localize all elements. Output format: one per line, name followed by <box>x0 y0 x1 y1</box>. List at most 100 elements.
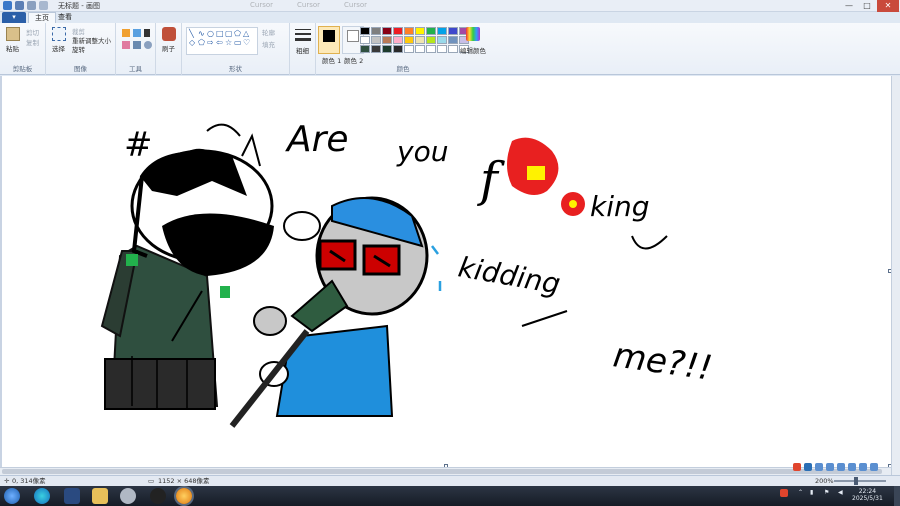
color-swatch[interactable] <box>393 27 403 35</box>
copy-button[interactable]: 复制 <box>26 37 39 47</box>
cut-button[interactable]: 剪切 <box>26 27 39 37</box>
horizontal-scrollbar[interactable] <box>0 467 891 475</box>
heart-shape-icon[interactable]: ♡ <box>243 38 250 47</box>
maximize-button[interactable]: □ <box>858 0 876 12</box>
file-explorer-icon[interactable] <box>92 488 108 504</box>
select-button[interactable]: 选择 <box>52 43 65 53</box>
pencil-icon[interactable] <box>122 29 130 37</box>
undo-icon[interactable] <box>27 1 36 10</box>
magnifier-icon[interactable] <box>144 41 152 49</box>
tray-chevron-icon[interactable]: ⌃ <box>798 489 803 496</box>
color-swatch[interactable] <box>448 36 458 44</box>
redo-icon[interactable] <box>39 1 48 10</box>
vertical-scrollbar[interactable] <box>891 76 900 475</box>
color-swatch[interactable] <box>382 36 392 44</box>
color-swatch[interactable] <box>382 45 392 53</box>
shapes-gallery[interactable]: ╲ ∿ ○ □ ▢ ⬠ △ ◇ ⬠ ⇨ ⇦ ☆ ▭ ♡ <box>186 27 258 55</box>
arrow-right-shape-icon[interactable]: ⇨ <box>207 38 214 47</box>
volume-icon[interactable]: ◀ <box>838 489 843 496</box>
ime-tools-icon[interactable] <box>870 463 878 471</box>
size-button[interactable]: 粗细 <box>296 45 309 55</box>
color-swatch[interactable] <box>437 45 447 53</box>
network-icon[interactable]: ▮ <box>810 489 813 496</box>
ime-voice-icon[interactable] <box>837 463 845 471</box>
color-swatch[interactable] <box>360 45 370 53</box>
star-shape-icon[interactable]: ☆ <box>225 38 232 47</box>
ime-chinese-icon[interactable] <box>804 463 812 471</box>
triangle-shape-icon[interactable]: △ <box>243 29 249 38</box>
media-player-icon[interactable] <box>120 488 136 504</box>
ime-tray-icon[interactable] <box>780 489 788 497</box>
line-width-icon[interactable] <box>295 29 311 30</box>
color-swatch[interactable] <box>404 36 414 44</box>
ime-keyboard-icon[interactable] <box>848 463 856 471</box>
text-icon[interactable] <box>144 29 150 37</box>
qq-icon[interactable] <box>150 488 166 504</box>
clock[interactable]: 22:24 2025/5/31 <box>852 488 883 502</box>
edit-colors-icon[interactable] <box>466 27 480 41</box>
color-swatch[interactable] <box>426 45 436 53</box>
close-button[interactable]: ✕ <box>877 0 899 12</box>
fill-button[interactable]: 填充 <box>262 39 275 49</box>
active-app-icon[interactable] <box>176 488 192 504</box>
edit-colors-button[interactable]: 编辑颜色 <box>460 45 486 55</box>
color-swatch[interactable] <box>371 36 381 44</box>
file-menu-button[interactable]: ▾ <box>2 12 26 23</box>
zoom-slider[interactable] <box>834 477 886 485</box>
arrow-left-shape-icon[interactable]: ⇦ <box>216 38 223 47</box>
polygon-shape-icon[interactable]: ⬠ <box>234 29 241 38</box>
show-desktop-button[interactable] <box>894 486 900 506</box>
tab-view[interactable]: 查看 <box>52 12 78 23</box>
zoom-slider-knob[interactable] <box>854 477 858 485</box>
paste-button[interactable]: 粘贴 <box>6 43 19 53</box>
ime-skin-icon[interactable] <box>859 463 867 471</box>
line-shape-icon[interactable]: ╲ <box>189 29 194 38</box>
ime-punctuation-icon[interactable] <box>815 463 823 471</box>
outline-button[interactable]: 轮廓 <box>262 27 275 37</box>
flag-icon[interactable]: ⚑ <box>824 489 829 496</box>
curve-shape-icon[interactable]: ∿ <box>198 29 205 38</box>
color-swatch[interactable] <box>393 45 403 53</box>
start-button-icon[interactable] <box>4 488 20 504</box>
diamond-shape-icon[interactable]: ◇ <box>189 38 195 47</box>
color1-selector[interactable] <box>318 26 340 54</box>
rounded-rect-shape-icon[interactable]: ▢ <box>225 29 233 38</box>
brush-icon[interactable] <box>162 27 176 41</box>
color-swatch[interactable] <box>371 45 381 53</box>
color-swatch[interactable] <box>360 36 370 44</box>
color-swatch[interactable] <box>371 27 381 35</box>
scrollbar-thumb[interactable] <box>2 469 882 474</box>
drawing-canvas[interactable]: # Are you f king kidding me?!! <box>2 76 892 468</box>
rectangle-shape-icon[interactable]: □ <box>216 29 224 38</box>
paste-icon[interactable] <box>6 27 20 41</box>
color-swatch[interactable] <box>415 27 425 35</box>
color-swatch[interactable] <box>404 45 414 53</box>
ime-logo-icon[interactable] <box>793 463 801 471</box>
color-picker-icon[interactable] <box>133 41 141 49</box>
security-shield-icon[interactable] <box>64 488 80 504</box>
color-swatch[interactable] <box>415 45 425 53</box>
color-swatch[interactable] <box>404 27 414 35</box>
save-icon[interactable] <box>15 1 24 10</box>
rotate-button[interactable]: 旋转 <box>72 44 85 54</box>
color-swatch[interactable] <box>437 36 447 44</box>
oval-shape-icon[interactable]: ○ <box>207 29 214 38</box>
pentagon-shape-icon[interactable]: ⬠ <box>198 38 205 47</box>
select-icon[interactable] <box>52 27 66 41</box>
color-swatch[interactable] <box>415 36 425 44</box>
edge-browser-icon[interactable] <box>34 488 50 504</box>
color-swatch[interactable] <box>382 27 392 35</box>
color-swatch[interactable] <box>448 45 458 53</box>
color-swatch[interactable] <box>437 27 447 35</box>
eraser-icon[interactable] <box>122 41 130 49</box>
ime-emoji-icon[interactable] <box>826 463 834 471</box>
color-swatch[interactable] <box>426 36 436 44</box>
color-swatch[interactable] <box>426 27 436 35</box>
minimize-button[interactable]: — <box>840 0 858 12</box>
color-swatch[interactable] <box>448 27 458 35</box>
brush-button[interactable]: 刷子 <box>162 43 175 53</box>
color-swatch[interactable] <box>360 27 370 35</box>
callout-shape-icon[interactable]: ▭ <box>234 38 242 47</box>
fill-icon[interactable] <box>133 29 141 37</box>
color-swatch[interactable] <box>393 36 403 44</box>
